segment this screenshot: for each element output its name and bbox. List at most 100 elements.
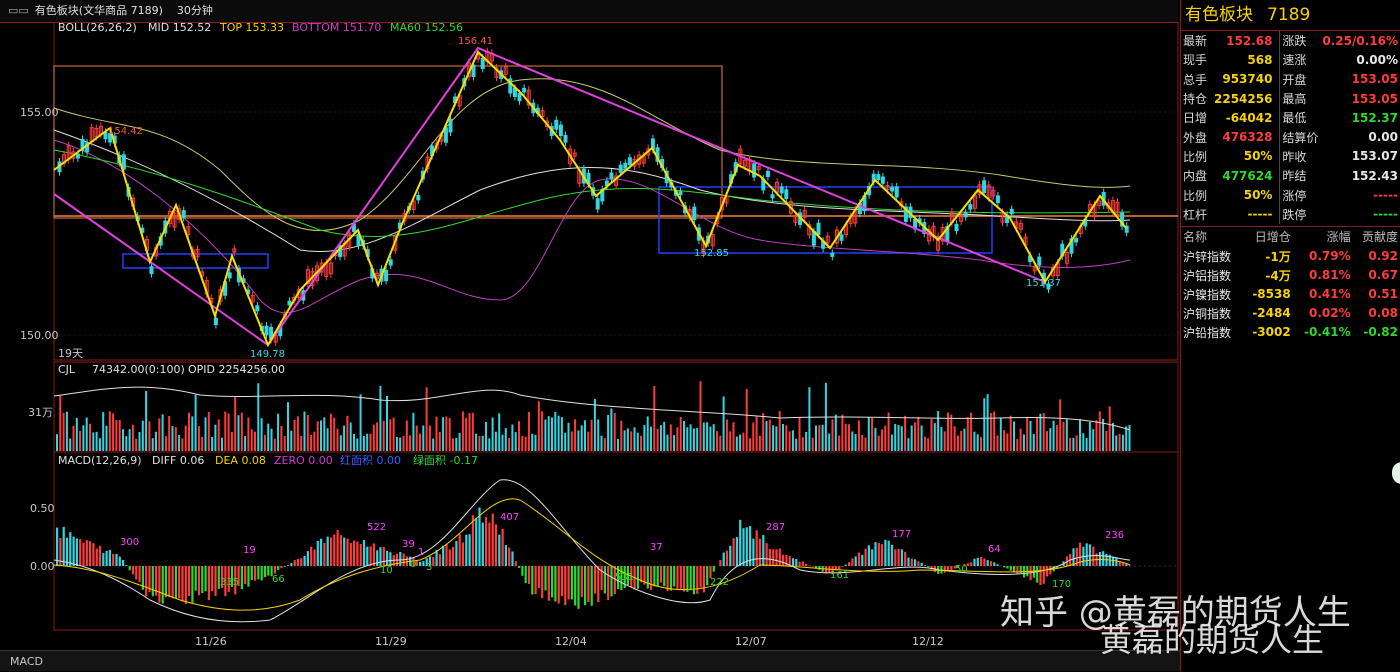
index-oi-change: -1万	[1243, 247, 1293, 266]
volume-bar	[795, 439, 797, 451]
volume-bar	[119, 420, 121, 451]
menu-icon[interactable]: ▭▭	[8, 0, 29, 22]
volume-bar	[1046, 431, 1048, 451]
macd-bar	[861, 555, 863, 566]
volume-bar	[294, 420, 296, 451]
volume-bar	[436, 417, 438, 451]
volume-bar	[709, 427, 711, 451]
quote-label: 最低	[1280, 108, 1321, 127]
volume-bar	[231, 432, 233, 451]
timeframe-selector[interactable]: 30分钟	[177, 4, 213, 17]
volume-bar	[214, 425, 216, 451]
macd-bar	[119, 557, 121, 566]
macd-bar	[175, 566, 177, 598]
volume-bar	[838, 436, 840, 451]
macd-bar	[667, 566, 669, 591]
macd-bar	[914, 559, 916, 566]
volume-bar	[561, 417, 563, 451]
macd-bar	[109, 550, 111, 566]
macd-bar	[452, 547, 454, 566]
candle-body	[76, 154, 79, 158]
volume-bar	[412, 413, 414, 451]
macd-bar	[333, 535, 335, 566]
macd-bar	[973, 559, 975, 566]
macd-bar	[878, 543, 880, 566]
quote-row: 外盘476328结算价0.00	[1181, 127, 1400, 146]
macd-bar	[907, 558, 909, 566]
volume-bar	[752, 423, 754, 451]
macd-area-label: 236	[1105, 530, 1124, 541]
macd-bar	[178, 566, 180, 598]
volume-bar	[135, 439, 137, 451]
macd-bar	[690, 566, 692, 590]
volume-bar	[379, 386, 381, 451]
macd-bar	[1086, 543, 1088, 566]
volume-bar	[597, 420, 599, 451]
macd-bar	[888, 541, 890, 566]
macd-bar	[997, 564, 999, 566]
volume-bar	[449, 418, 451, 451]
volume-bar	[954, 426, 956, 451]
volume-bar	[931, 419, 933, 451]
macd-bar	[86, 540, 88, 566]
macd-bar	[498, 535, 500, 566]
index-row[interactable]: 沪镍指数-85380.41%0.51	[1181, 285, 1400, 304]
volume-bar	[327, 428, 329, 451]
chart-area[interactable]: BOLL(26,26,2) MID 152.52 TOP 153.33 BOTT…	[0, 22, 1180, 650]
index-header[interactable]: 名称	[1181, 226, 1243, 247]
volume-bar	[845, 424, 847, 451]
volume-bar	[109, 411, 111, 451]
vol-31w: 31万	[28, 406, 53, 419]
macd-bar	[1129, 565, 1131, 566]
candle-body	[385, 270, 388, 280]
macd-bar	[1010, 566, 1012, 571]
macd-bar	[254, 566, 256, 581]
volume-bar	[115, 420, 117, 451]
volume-bar	[399, 438, 401, 451]
macd-bar	[983, 559, 985, 566]
volume-bar	[79, 431, 81, 451]
volume-bar	[577, 430, 579, 451]
kline-chart[interactable]: BOLL(26,26,2) MID 152.52 TOP 153.33 BOTT…	[0, 22, 1180, 650]
volume-bar	[733, 422, 735, 451]
index-header[interactable]: 日增仓	[1243, 226, 1293, 247]
volume-bar	[769, 420, 771, 451]
index-row[interactable]: 沪锌指数-1万0.79%0.92	[1181, 247, 1400, 266]
volume-bar	[944, 431, 946, 451]
main-pane-frame	[54, 22, 1178, 360]
volume-bar	[808, 387, 810, 451]
macd-bar	[637, 566, 639, 589]
volume-bar	[884, 426, 886, 451]
volume-bar	[340, 435, 342, 451]
macd-bar	[515, 561, 517, 566]
volume-bar	[393, 418, 395, 451]
macd-bar	[139, 566, 141, 582]
volume-bar	[568, 423, 570, 451]
macd-bar	[581, 566, 583, 597]
volume-bar	[729, 431, 731, 451]
candle-body	[555, 120, 558, 129]
volume-bar	[102, 412, 104, 451]
candle-body	[969, 205, 972, 210]
macd-bar	[901, 549, 903, 566]
volume-bar	[835, 415, 837, 451]
boll-top: TOP 153.33	[219, 22, 284, 34]
bottom-indicator-tab[interactable]: MACD	[0, 650, 1180, 671]
index-row[interactable]: 沪铝指数-4万0.81%0.67	[1181, 266, 1400, 285]
macd-bar	[205, 566, 207, 591]
macd-bar	[274, 566, 276, 573]
macd-bar	[525, 566, 527, 583]
volume-bar	[1026, 417, 1028, 451]
volume-bar	[924, 436, 926, 451]
index-row[interactable]: 沪铜指数-24840.02%0.08	[1181, 304, 1400, 323]
volume-bar	[310, 435, 312, 451]
macd-bar	[518, 566, 520, 568]
index-header[interactable]: 贡献度	[1353, 226, 1400, 247]
index-header[interactable]: 涨幅	[1293, 226, 1353, 247]
index-row[interactable]: 沪铅指数-3002-0.41%-0.82	[1181, 323, 1400, 342]
volume-bar	[851, 431, 853, 451]
macd-bar	[564, 566, 566, 605]
volume-bar	[1086, 438, 1088, 451]
volume-bar	[716, 431, 718, 451]
volume-bar	[221, 438, 223, 451]
